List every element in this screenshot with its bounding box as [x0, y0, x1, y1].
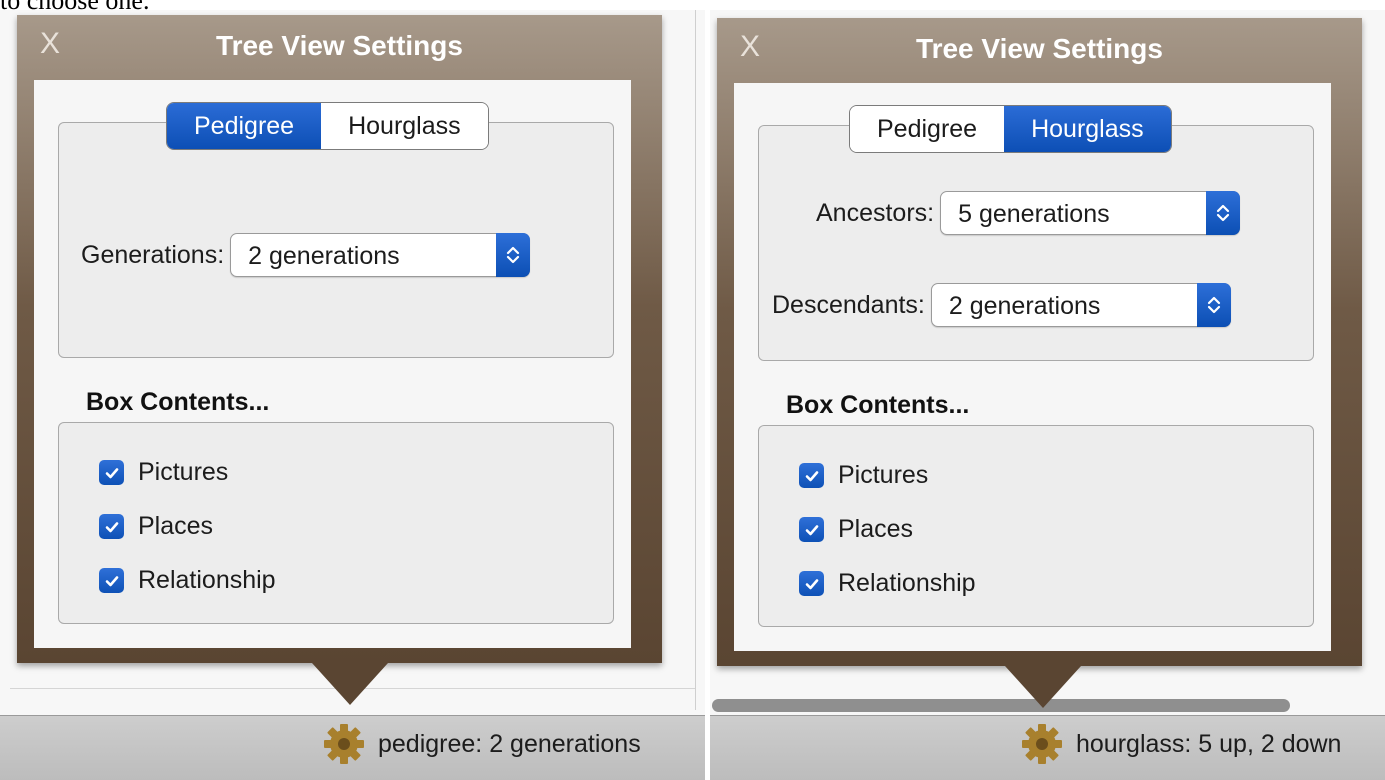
tab-hourglass[interactable]: Hourglass	[321, 103, 488, 149]
checkmark-icon	[799, 517, 824, 542]
descendants-label: Descendants:	[772, 290, 925, 319]
checkbox-label-places: Places	[138, 512, 214, 540]
descendants-value: 2 generations	[948, 292, 1101, 320]
generations-row: Generations: 2 generations	[81, 233, 531, 277]
chevron-up-down-icon	[1196, 283, 1231, 327]
popover-arrow	[1005, 666, 1081, 708]
ancestors-row: Ancestors: 5 generations	[816, 191, 1241, 235]
gear-icon	[324, 724, 364, 764]
mode-segmented-control: Pedigree Hourglass	[166, 102, 489, 150]
box-contents-heading: Box Contents...	[86, 388, 270, 416]
chevron-up-down-icon	[1206, 191, 1241, 235]
settings-panel: Pedigree Hourglass Ancestors: 5 generati…	[734, 83, 1331, 651]
descendants-row: Descendants: 2 generations	[772, 283, 1231, 327]
popover-title: Tree View Settings	[916, 33, 1163, 64]
popover-title: Tree View Settings	[216, 30, 463, 61]
chevron-up-down-icon	[496, 233, 531, 277]
checkmark-icon	[799, 571, 824, 596]
checkmark-icon	[99, 514, 124, 539]
generations-select[interactable]: 2 generations	[230, 233, 531, 277]
checkbox-label-relationship: Relationship	[138, 566, 276, 594]
tree-view-settings-popover: X Tree View Settings Pedigree Hourglass …	[717, 18, 1362, 666]
checkmark-icon	[99, 460, 124, 485]
checkbox-label-places: Places	[838, 515, 914, 543]
ancestors-select[interactable]: 5 generations	[940, 191, 1241, 235]
checkbox-relationship[interactable]: Relationship	[799, 569, 976, 598]
checkbox-label-pictures: Pictures	[838, 461, 929, 489]
checkbox-pictures[interactable]: Pictures	[799, 461, 928, 490]
tab-pedigree[interactable]: Pedigree	[850, 106, 1005, 152]
horizontal-scrollbar[interactable]	[712, 699, 1290, 712]
box-contents-heading: Box Contents...	[786, 391, 970, 419]
status-button[interactable]: pedigree: 2 generations	[322, 722, 641, 766]
tab-hourglass[interactable]: Hourglass	[1004, 106, 1171, 152]
pane-divider	[695, 10, 696, 710]
mode-segmented-control: Pedigree Hourglass	[849, 105, 1172, 153]
status-text: hourglass: 5 up, 2 down	[1076, 729, 1342, 758]
ancestors-label: Ancestors:	[816, 198, 935, 227]
left-screenshot: pedigree: 2 generations X Tree View Sett…	[0, 0, 705, 780]
generations-label: Generations:	[81, 240, 225, 269]
checkbox-places[interactable]: Places	[799, 515, 913, 544]
tab-pedigree[interactable]: Pedigree	[167, 103, 322, 149]
descendants-select[interactable]: 2 generations	[930, 283, 1231, 327]
right-screenshot: hourglass: 5 up, 2 down X Tree View Sett…	[710, 0, 1385, 780]
checkbox-pictures[interactable]: Pictures	[99, 458, 228, 487]
status-button[interactable]: hourglass: 5 up, 2 down	[1020, 722, 1341, 766]
generations-value: 2 generations	[248, 242, 400, 270]
checkbox-relationship[interactable]: Relationship	[99, 566, 276, 595]
checkbox-label-pictures: Pictures	[138, 458, 229, 486]
settings-panel: Pedigree Hourglass Generations: 2 genera…	[34, 80, 631, 648]
ancestors-value: 5 generations	[958, 200, 1110, 228]
checkmark-icon	[799, 463, 824, 488]
gear-icon	[1022, 724, 1062, 764]
checkbox-places[interactable]: Places	[99, 512, 213, 541]
checkmark-icon	[99, 568, 124, 593]
popover-arrow	[312, 663, 388, 705]
tree-view-settings-popover: X Tree View Settings Pedigree Hourglass …	[17, 15, 662, 663]
status-text: pedigree: 2 generations	[378, 729, 641, 758]
checkbox-label-relationship: Relationship	[838, 569, 976, 597]
